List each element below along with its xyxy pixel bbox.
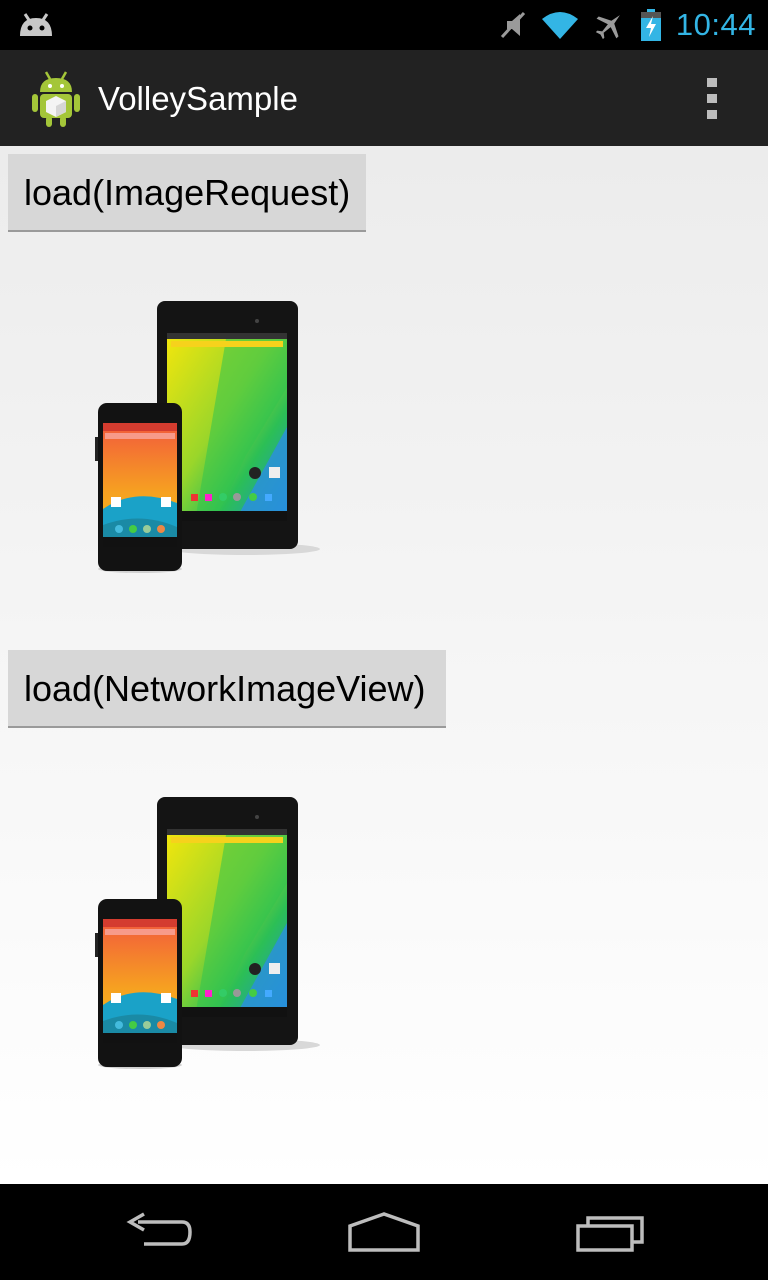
overflow-menu-icon[interactable] — [700, 74, 724, 122]
clock: 10:44 — [675, 7, 756, 42]
nexus-devices-image — [95, 797, 320, 1069]
nexus-devices-image — [95, 301, 320, 573]
battery-charging-icon — [640, 9, 661, 41]
back-icon[interactable] — [124, 1208, 196, 1256]
recent-apps-icon[interactable] — [574, 1208, 646, 1256]
wifi-icon — [541, 12, 578, 39]
android-robot-icon — [32, 71, 80, 127]
home-icon[interactable] — [346, 1208, 422, 1256]
mute-icon — [500, 11, 526, 39]
android-notification-icon — [20, 13, 52, 36]
app-title: VolleySample — [98, 80, 298, 117]
airplane-mode-icon — [595, 15, 620, 40]
status-bar: 10:44 — [0, 0, 768, 50]
load-image-request-button[interactable]: load(ImageRequest) — [8, 154, 366, 232]
load-network-image-view-button[interactable]: load(NetworkImageView) — [8, 650, 446, 728]
